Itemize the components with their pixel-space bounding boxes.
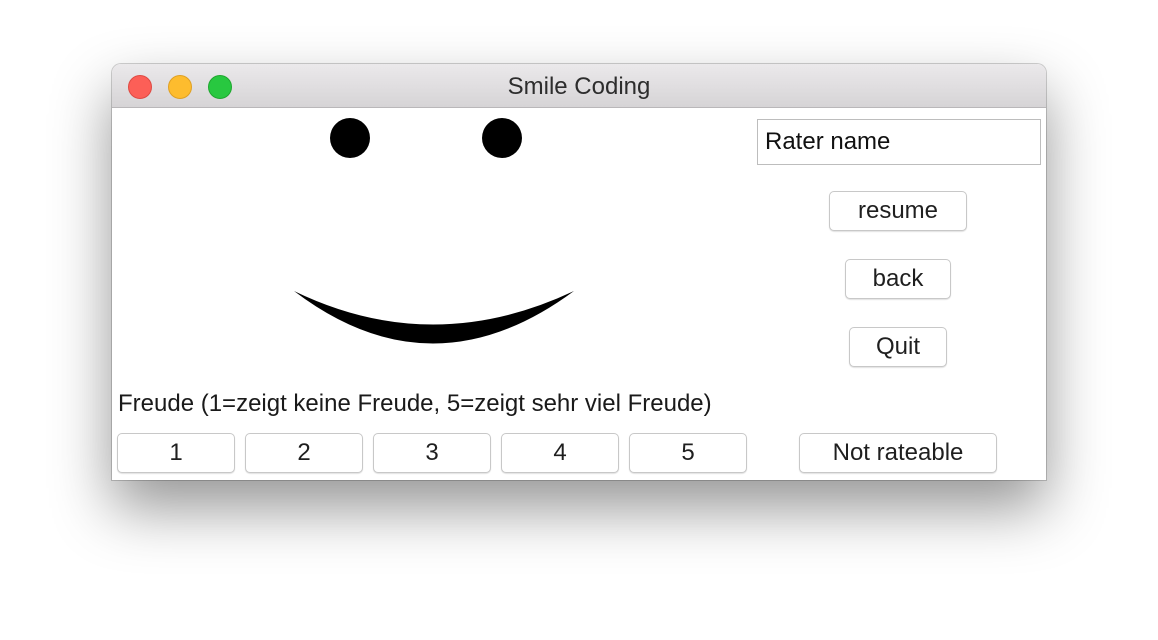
window-title: Smile Coding [507,73,651,100]
main-content: resume back Quit Freude (1=zeigt keine F… [112,108,1046,480]
smiley-face-stimulus [294,118,574,344]
right-eye [482,118,522,158]
not-rateable-button[interactable]: Not rateable [799,433,997,473]
title-bar[interactable]: Smile Coding [112,64,1046,108]
rater-name-field[interactable] [757,119,1041,165]
rating-question: Freude (1=zeigt keine Freude, 5=zeigt se… [118,390,712,417]
desktop-background: Smile Coding resume back Quit Freude (1=… [0,0,1158,640]
app-window: Smile Coding resume back Quit Freude (1=… [112,64,1046,480]
rating-button-5[interactable]: 5 [629,433,747,473]
resume-button[interactable]: resume [829,191,967,231]
quit-button[interactable]: Quit [849,327,947,367]
smile-mouth [294,291,574,344]
left-eye [330,118,370,158]
rating-button-4[interactable]: 4 [501,433,619,473]
rating-button-2[interactable]: 2 [245,433,363,473]
rating-button-1[interactable]: 1 [117,433,235,473]
back-button[interactable]: back [845,259,951,299]
rating-button-3[interactable]: 3 [373,433,491,473]
